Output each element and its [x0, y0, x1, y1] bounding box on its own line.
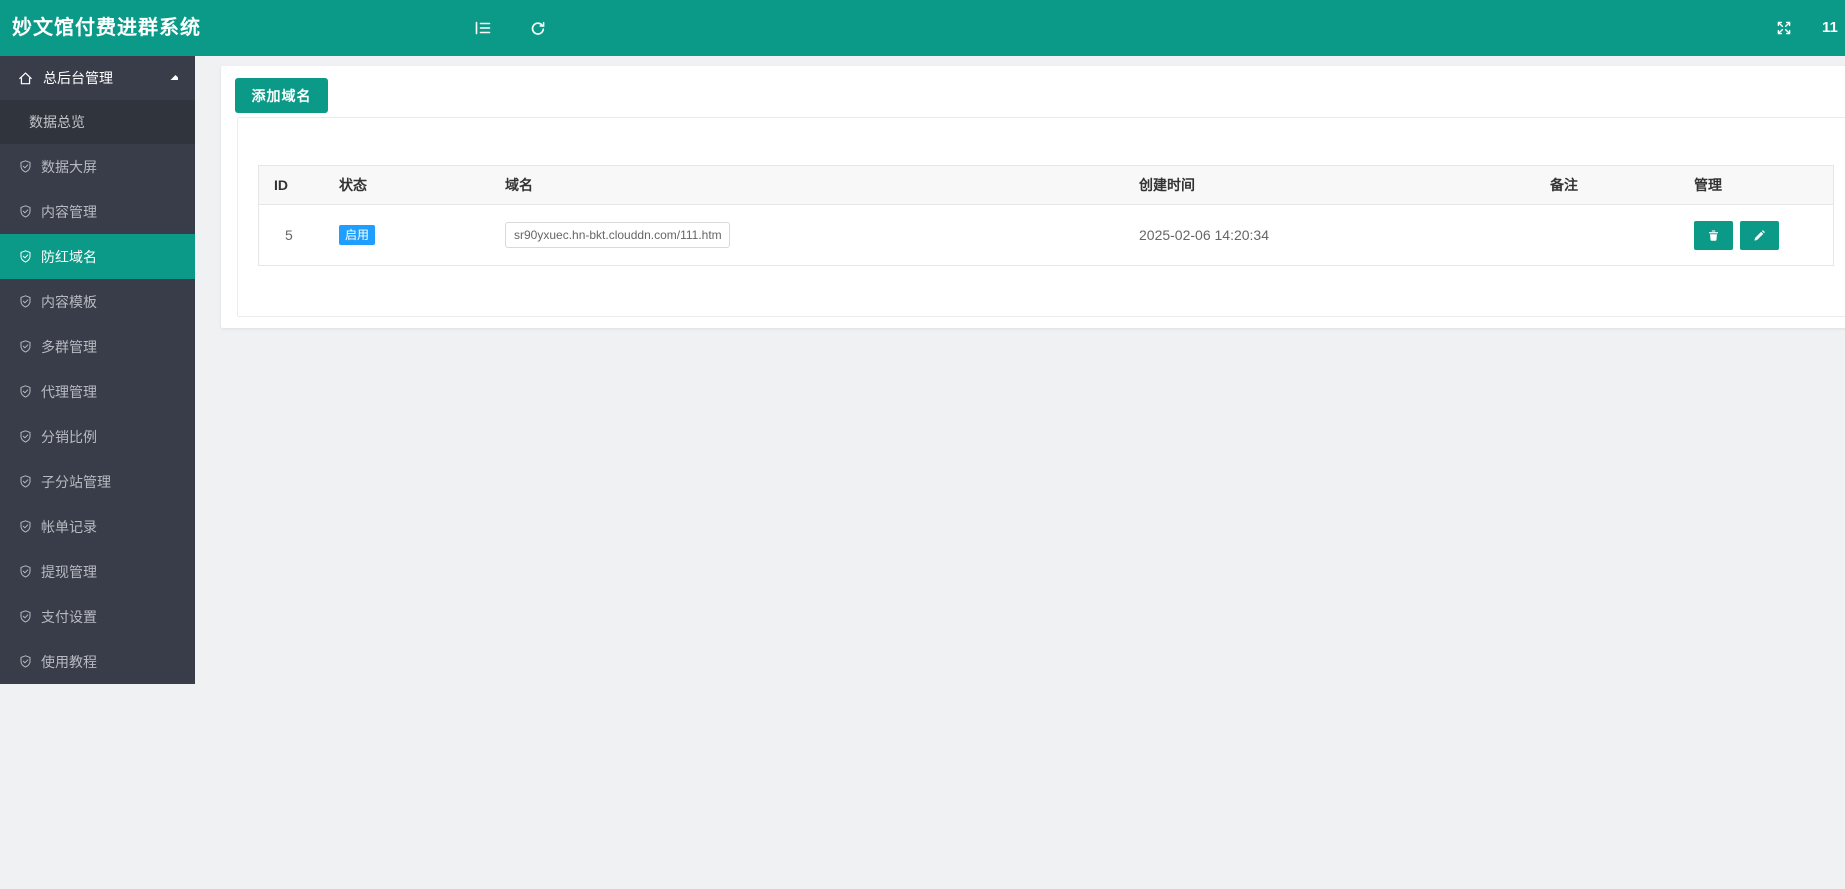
cell-manage [1679, 205, 1833, 266]
home-icon [17, 70, 34, 87]
shield-check-icon [18, 474, 33, 489]
status-badge[interactable]: 启用 [339, 225, 376, 245]
sidebar-item-bill-records[interactable]: 帐单记录 [0, 504, 195, 549]
sidebar-item-label: 子分站管理 [41, 473, 111, 490]
menu-fold-icon[interactable] [465, 0, 501, 56]
col-header-created: 创建时间 [1124, 166, 1535, 205]
trash-icon [1706, 228, 1721, 243]
header-username[interactable]: 11 [1822, 0, 1838, 56]
shield-check-icon [18, 384, 33, 399]
table-panel: ID 状态 域名 创建时间 备注 管理 5 启用 sr90yxuec.hn-bk… [237, 117, 1845, 317]
sidebar-item-content-manage[interactable]: 内容管理 [0, 189, 195, 234]
sidebar-item-label: 内容模板 [41, 293, 97, 310]
pencil-icon [1752, 228, 1767, 243]
sidebar-item-label: 代理管理 [41, 383, 97, 400]
sidebar-item-anti-red-domain[interactable]: 防红域名 [0, 234, 195, 279]
add-domain-button[interactable]: 添加域名 [235, 78, 328, 113]
sidebar-item-payment-settings[interactable]: 支付设置 [0, 594, 195, 639]
content-card: 添加域名 ID 状态 域名 创建时间 备注 管理 5 启用 sr90yxuec.… [221, 66, 1845, 328]
cell-remark [1535, 205, 1679, 266]
cell-status: 启用 [324, 205, 490, 266]
sidebar-item-label: 分销比例 [41, 428, 97, 445]
sidebar-parent-label: 总后台管理 [43, 70, 113, 86]
shield-check-icon [18, 519, 33, 534]
sidebar-item-data-screen[interactable]: 数据大屏 [0, 144, 195, 189]
sidebar-item-label: 内容管理 [41, 203, 97, 220]
sidebar-item-substation-manage[interactable]: 子分站管理 [0, 459, 195, 504]
col-header-remark: 备注 [1535, 166, 1679, 205]
sidebar-sub-label: 数据总览 [29, 114, 85, 130]
shield-check-icon [18, 654, 33, 669]
shield-check-icon [18, 294, 33, 309]
table-row: 5 启用 2025-02-06 14:20:34 [259, 205, 1833, 266]
sidebar-item-label: 帐单记录 [41, 518, 97, 535]
shield-check-icon [18, 159, 33, 174]
sidebar-item-withdraw-manage[interactable]: 提现管理 [0, 549, 195, 594]
sidebar-item-data-overview[interactable]: 数据总览 [0, 100, 195, 144]
sidebar-item-label: 数据大屏 [41, 158, 97, 175]
shield-check-icon [18, 339, 33, 354]
delete-button[interactable] [1694, 220, 1733, 250]
sidebar-item-agent-manage[interactable]: 代理管理 [0, 369, 195, 414]
shield-check-icon [18, 564, 33, 579]
shield-check-icon [18, 609, 33, 624]
sidebar-item-multi-group[interactable]: 多群管理 [0, 324, 195, 369]
sidebar-item-label: 多群管理 [41, 338, 97, 355]
app-title: 妙文馆付费进群系统 [12, 17, 201, 39]
sidebar-item-total-admin[interactable]: 总后台管理 [0, 56, 195, 100]
shield-check-icon [18, 249, 33, 264]
table-header-row: ID 状态 域名 创建时间 备注 管理 [259, 166, 1833, 205]
col-header-domain: 域名 [490, 166, 1124, 205]
top-header-bar: 妙文馆付费进群系统 11 [0, 0, 1845, 56]
domain-table: ID 状态 域名 创建时间 备注 管理 5 启用 sr90yxuec.hn-bk… [258, 165, 1834, 266]
fullscreen-expand-icon[interactable] [1766, 0, 1802, 56]
sidebar-nav: 总后台管理 数据总览 数据大屏 内容管理 防红域名 内容模板 多群管理 代理管理… [0, 56, 195, 684]
cell-domain [490, 205, 1124, 266]
sidebar-item-label: 使用教程 [41, 653, 97, 670]
cell-id: 5 [285, 227, 293, 243]
sidebar-item-label: 提现管理 [41, 563, 97, 580]
cell-created: 2025-02-06 14:20:34 [1139, 227, 1269, 243]
caret-up-icon [168, 73, 178, 83]
col-header-manage: 管理 [1679, 166, 1833, 205]
sidebar-item-content-template[interactable]: 内容模板 [0, 279, 195, 324]
app-window: 妙文馆付费进群系统 11 总后台管理 数据总览 数据大屏 内容管理 防红域名 内… [0, 0, 1845, 889]
sidebar-item-distribution-ratio[interactable]: 分销比例 [0, 414, 195, 459]
domain-input[interactable] [505, 222, 730, 248]
col-header-id: ID [259, 166, 324, 205]
shield-check-icon [18, 204, 33, 219]
sidebar-item-label: 防红域名 [41, 248, 97, 265]
sidebar-item-label: 支付设置 [41, 608, 97, 625]
edit-button[interactable] [1739, 220, 1779, 250]
sidebar-item-usage-tutorial[interactable]: 使用教程 [0, 639, 195, 684]
col-header-status: 状态 [324, 166, 490, 205]
refresh-icon[interactable] [519, 0, 555, 56]
shield-check-icon [18, 429, 33, 444]
